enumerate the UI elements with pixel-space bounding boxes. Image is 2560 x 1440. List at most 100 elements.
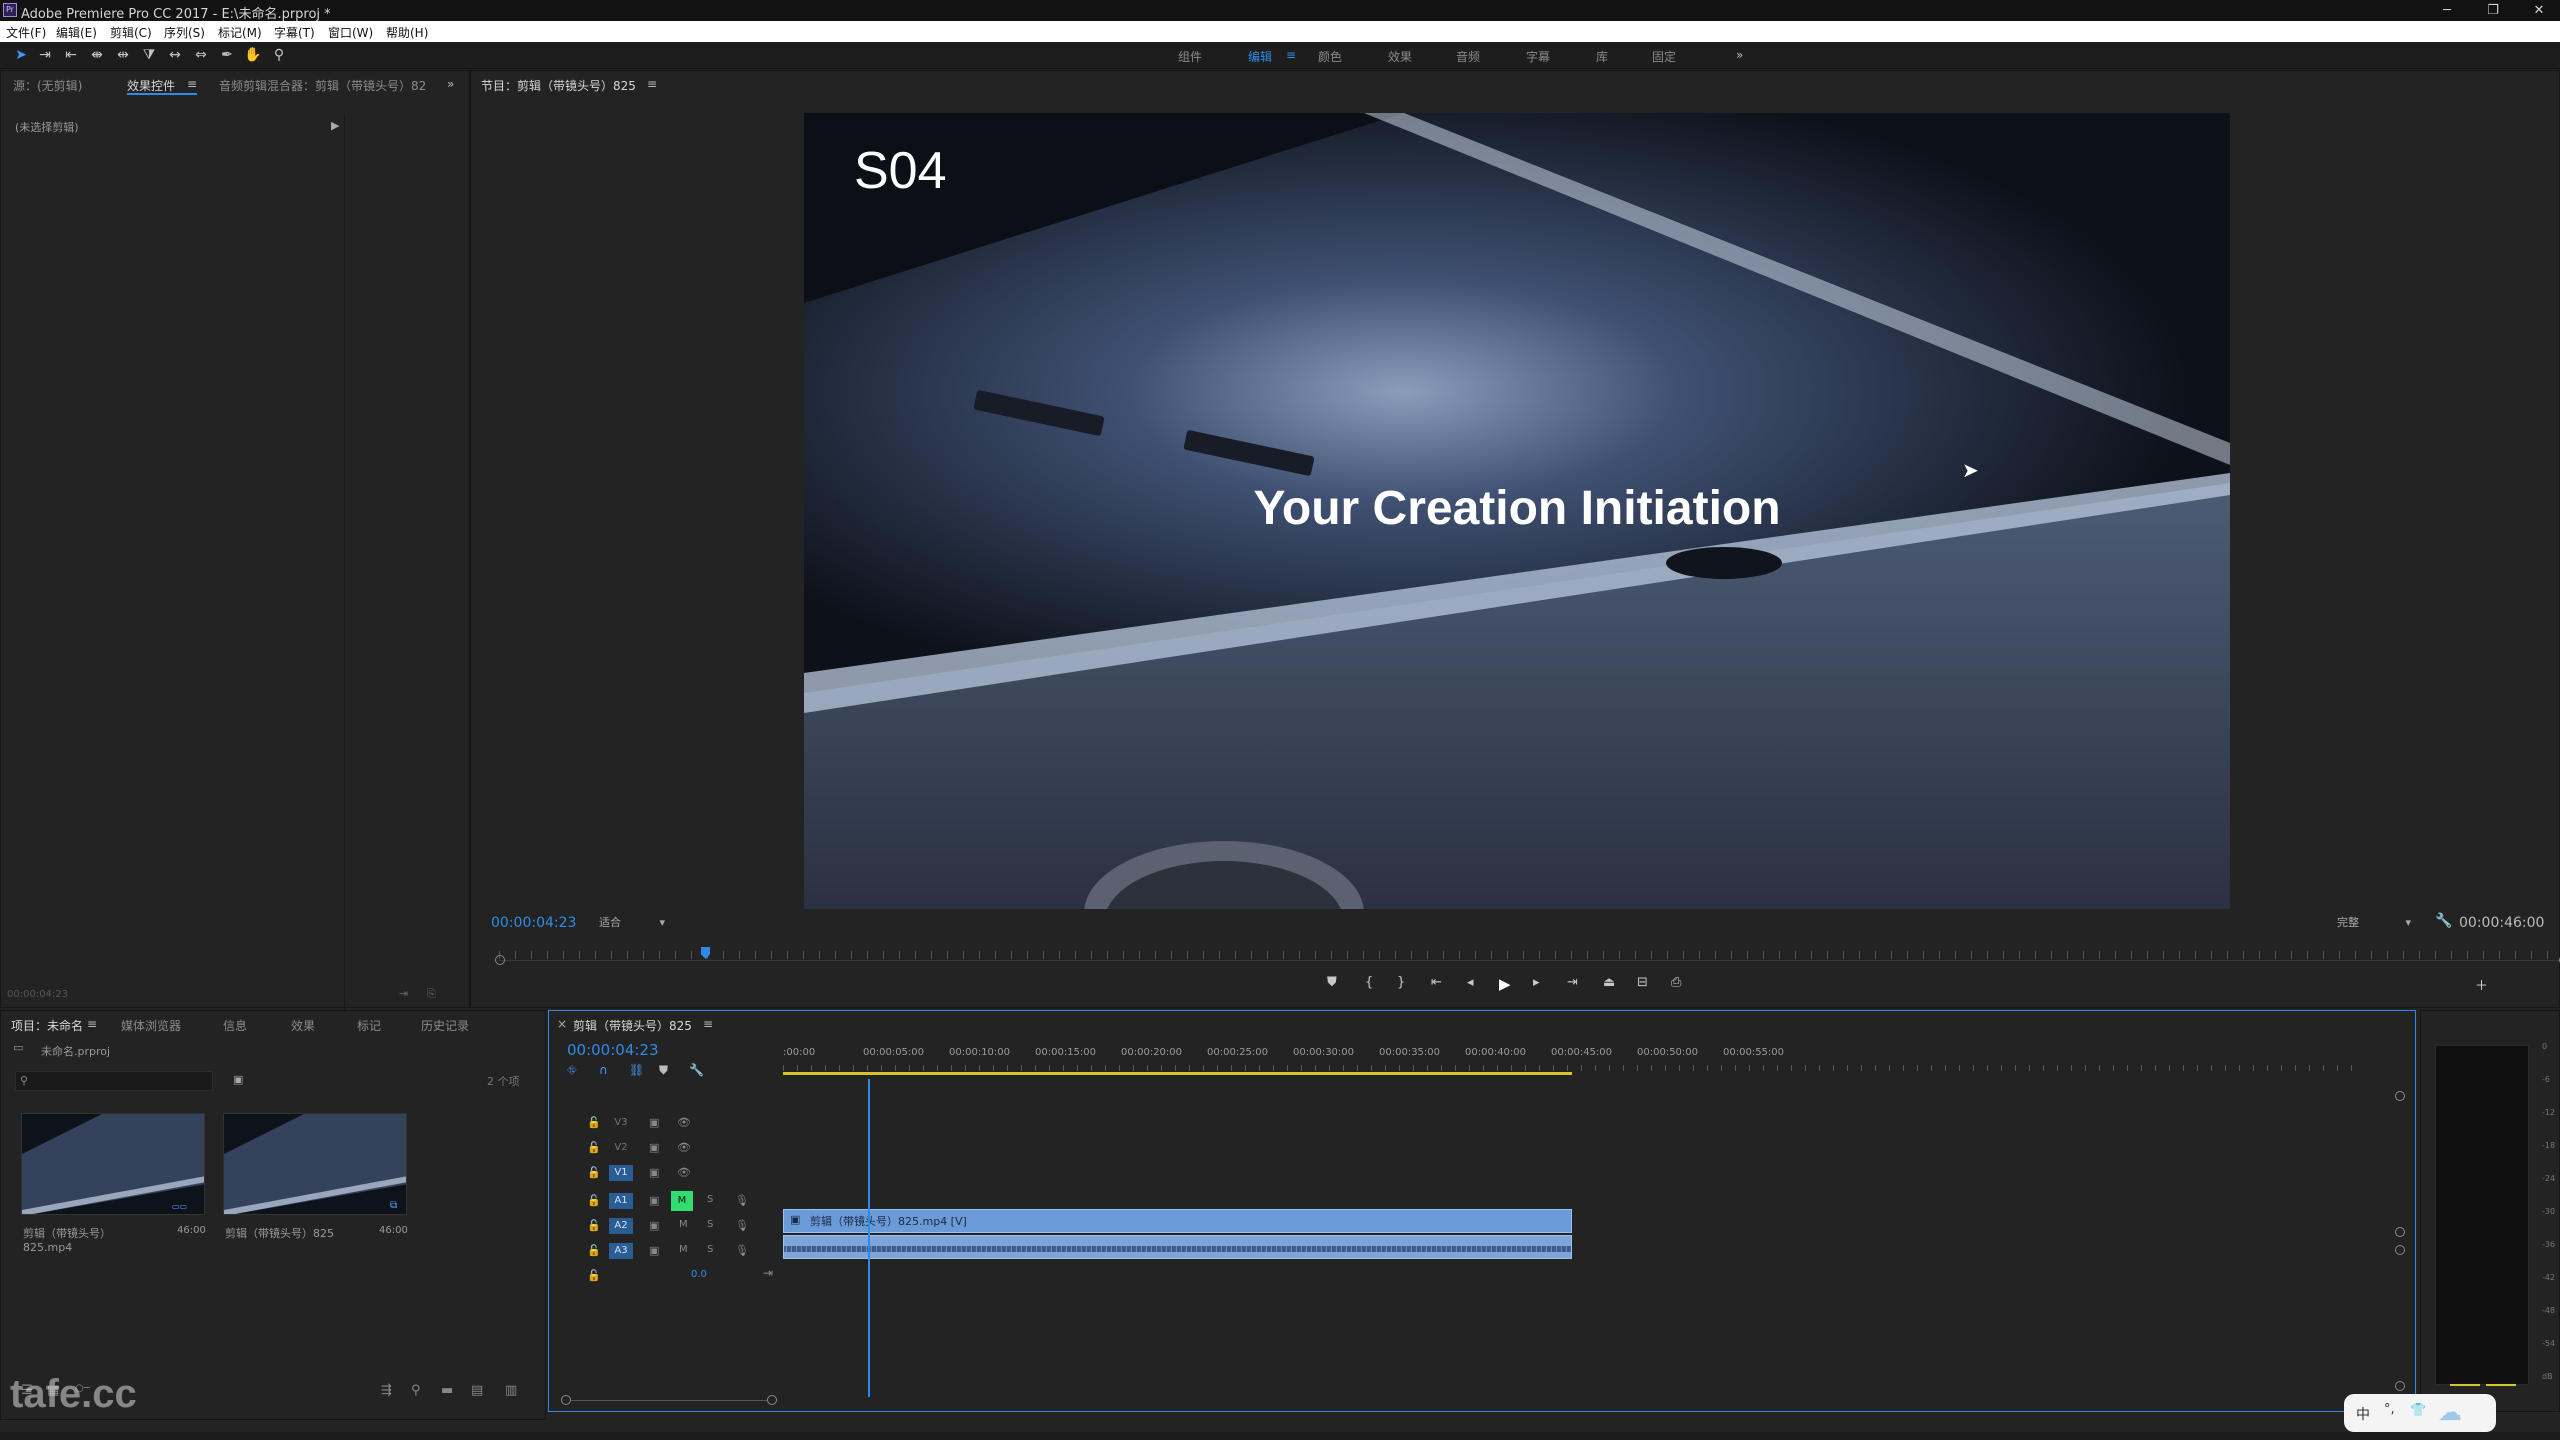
mute-button[interactable]: M: [679, 1219, 688, 1230]
track-select-tool-icon[interactable]: ⇥: [36, 46, 54, 64]
pen-tool-icon[interactable]: ✒: [218, 46, 236, 64]
tab-sequence[interactable]: 剪辑（带镜头号）825: [573, 1017, 692, 1034]
solo-button[interactable]: S: [707, 1194, 713, 1205]
new-bin-icon[interactable]: ▬: [441, 1383, 453, 1398]
zoom-handle[interactable]: [767, 1395, 777, 1405]
workspace-libraries[interactable]: 库: [1596, 48, 1608, 65]
voiceover-icon[interactable]: ▣: [649, 1244, 659, 1257]
lock-icon[interactable]: 🔓: [587, 1116, 601, 1129]
linked-selection-icon[interactable]: ⛓: [629, 1063, 644, 1077]
timeline-playhead[interactable]: [868, 1079, 870, 1397]
time-ruler[interactable]: :00:00 00:00:05:00 00:00:10:00 00:00:15:…: [783, 1041, 2363, 1091]
lock-icon[interactable]: 🔓: [587, 1141, 601, 1154]
mic-icon[interactable]: 🎙: [735, 1194, 749, 1207]
eye-icon[interactable]: 👁: [677, 1141, 691, 1154]
timeline-panel-menu-icon[interactable]: ≡: [703, 1017, 713, 1031]
workspace-menu-icon[interactable]: ≡: [1286, 48, 1296, 62]
tab-effect-controls[interactable]: 效果控件: [127, 77, 175, 94]
slide-tool-icon[interactable]: ⇔: [192, 46, 210, 64]
track-label[interactable]: A2: [609, 1218, 633, 1234]
film-icon[interactable]: ▣: [649, 1141, 659, 1154]
more-tabs-icon[interactable]: »: [447, 77, 454, 91]
workspace-effects[interactable]: 效果: [1388, 48, 1412, 65]
add-marker-icon[interactable]: ⛊: [659, 1063, 668, 1078]
track-label[interactable]: A3: [609, 1243, 633, 1259]
restore-icon[interactable]: ❐: [2470, 0, 2516, 21]
track-label[interactable]: A1: [609, 1193, 633, 1209]
panel-menu-icon[interactable]: ≡: [187, 77, 197, 91]
tab-project[interactable]: 项目：未命名: [11, 1017, 83, 1034]
go-to-end-icon[interactable]: ⇥: [763, 1266, 773, 1280]
rolling-edit-tool-icon[interactable]: ⇼: [88, 46, 106, 64]
razor-tool-icon[interactable]: ⧩: [140, 46, 158, 64]
workspace-fixed[interactable]: 固定: [1652, 48, 1676, 65]
scroll-handle[interactable]: [2395, 1227, 2405, 1237]
lock-icon[interactable]: 🔓: [587, 1219, 601, 1232]
timeline-zoom-scroll[interactable]: [561, 1395, 781, 1407]
menu-sequence[interactable]: 序列(S): [164, 24, 205, 41]
wrench-icon[interactable]: 🔧: [2435, 913, 2452, 929]
more-workspaces-icon[interactable]: »: [1736, 48, 1743, 62]
project-panel-menu-icon[interactable]: ≡: [87, 1017, 97, 1031]
menu-help[interactable]: 帮助(H): [386, 24, 428, 41]
ripple-edit-tool-icon[interactable]: ⇤: [62, 46, 80, 64]
button-editor-plus-icon[interactable]: ＋: [2475, 975, 2488, 994]
voiceover-icon[interactable]: ▣: [649, 1219, 659, 1232]
video-frame[interactable]: S04 Your Creation Initiation ➤: [804, 113, 2230, 909]
new-item-icon[interactable]: ▤: [471, 1383, 483, 1398]
tab-source[interactable]: 源：(无剪辑): [13, 77, 82, 94]
voiceover-icon[interactable]: ▣: [649, 1194, 659, 1207]
skin-icon[interactable]: 👕: [2410, 1403, 2426, 1418]
eye-icon[interactable]: 👁: [677, 1166, 691, 1179]
video-clip[interactable]: ▣ 剪辑（带镜头号）825.mp4 [V]: [783, 1209, 1572, 1233]
program-timecode[interactable]: 00:00:04:23: [491, 915, 576, 931]
zoom-handle[interactable]: [561, 1395, 571, 1405]
clear-icon[interactable]: ▥: [505, 1383, 517, 1398]
mark-in-icon[interactable]: {: [1365, 975, 1373, 990]
mic-icon[interactable]: 🎙: [735, 1219, 749, 1232]
automate-to-sequence-icon[interactable]: ⇶: [381, 1383, 392, 1398]
film-icon[interactable]: ▣: [649, 1116, 659, 1129]
tab-info[interactable]: 信息: [223, 1017, 247, 1034]
mute-button[interactable]: M: [679, 1244, 688, 1255]
extract-icon[interactable]: ⊟: [1637, 975, 1648, 990]
slip-tool-icon[interactable]: ↔: [166, 46, 184, 64]
sequence-thumbnail[interactable]: ⧉: [223, 1113, 407, 1215]
clip-thumbnail[interactable]: ▭▭: [21, 1113, 205, 1215]
track-label[interactable]: V1: [609, 1165, 633, 1181]
timeline-timecode[interactable]: 00:00:04:23: [567, 1041, 659, 1059]
new-bin-from-search-icon[interactable]: ▣: [233, 1073, 243, 1086]
track-label[interactable]: V2: [609, 1140, 633, 1156]
hand-tool-icon[interactable]: ✋: [244, 46, 262, 64]
step-back-icon[interactable]: ◂: [1467, 975, 1474, 990]
timeline-settings-icon[interactable]: 🔧: [689, 1063, 704, 1077]
step-forward-icon[interactable]: ▸: [1533, 975, 1540, 990]
ime-mode[interactable]: 中: [2356, 1404, 2370, 1424]
menu-file[interactable]: 文件(F): [6, 24, 46, 41]
workspace-assembly[interactable]: 组件: [1178, 48, 1202, 65]
lock-icon[interactable]: 🔓: [587, 1269, 601, 1282]
rate-stretch-tool-icon[interactable]: ⇹: [114, 46, 132, 64]
fit-dropdown[interactable]: 适合 ▾: [595, 913, 671, 933]
film-icon[interactable]: ▣: [649, 1166, 659, 1179]
lock-icon[interactable]: 🔓: [587, 1244, 601, 1257]
project-search-input[interactable]: ⚲: [15, 1071, 213, 1091]
program-scrubber[interactable]: [495, 943, 2560, 965]
punctuation-icon[interactable]: °,: [2384, 1402, 2395, 1417]
solo-button[interactable]: S: [707, 1219, 713, 1230]
lift-icon[interactable]: ⏏: [1603, 975, 1615, 990]
program-panel-menu-icon[interactable]: ≡: [647, 77, 657, 91]
lock-icon[interactable]: 🔓: [587, 1194, 601, 1207]
ime-toolbar[interactable]: 中 °, 👕 ☁: [2344, 1394, 2496, 1432]
play-icon[interactable]: ▶: [1499, 975, 1511, 993]
go-to-out-icon[interactable]: ⇥: [1567, 975, 1578, 990]
selection-tool-icon[interactable]: ➤: [12, 46, 30, 64]
work-area-bar[interactable]: [783, 1072, 1572, 1075]
go-to-in-icon[interactable]: ⇤: [1431, 975, 1442, 990]
tab-history[interactable]: 历史记录: [421, 1017, 469, 1034]
close-icon[interactable]: ✕: [2516, 0, 2560, 21]
filter-icon[interactable]: ⇥: [399, 987, 408, 1000]
tab-effects[interactable]: 效果: [291, 1017, 315, 1034]
quality-dropdown[interactable]: 完整 ▾: [2337, 913, 2417, 933]
workspace-editing[interactable]: 编辑: [1248, 48, 1272, 65]
